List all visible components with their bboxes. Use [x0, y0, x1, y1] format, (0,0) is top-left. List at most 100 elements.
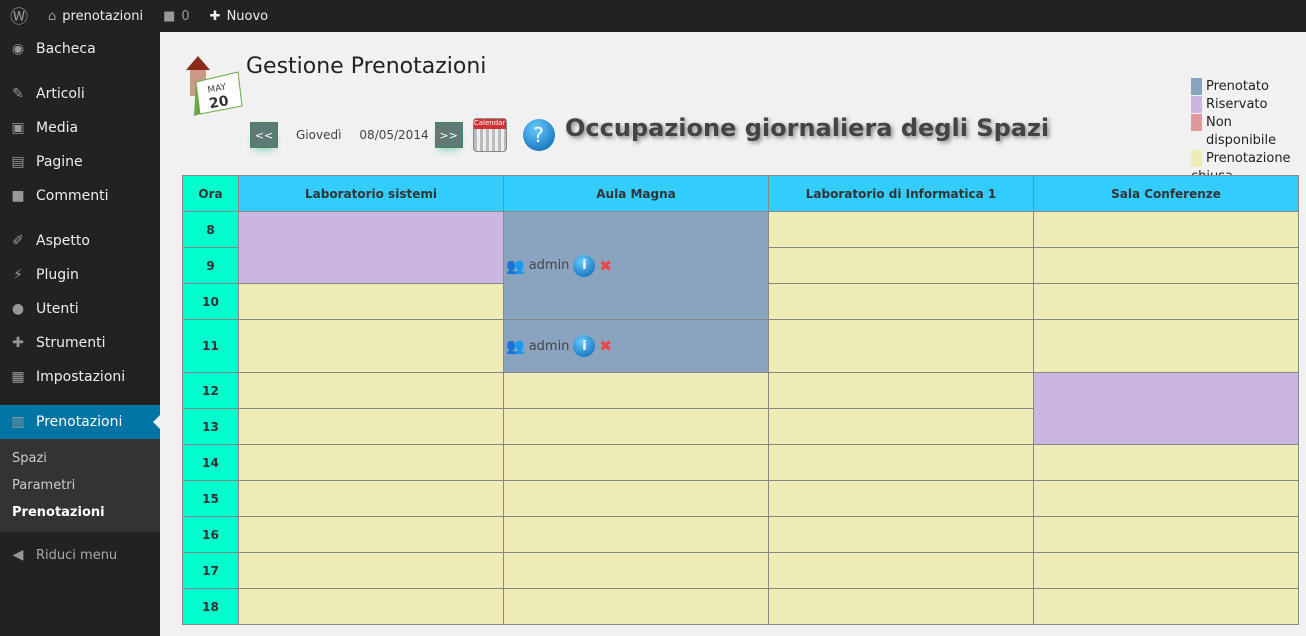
- slot-prenotato[interactable]: 👥 admin i ✖: [503, 319, 769, 373]
- home-icon: ⌂: [48, 8, 57, 24]
- slot-empty[interactable]: [238, 283, 504, 320]
- booking-entry: 👥 admin i ✖: [504, 335, 768, 357]
- slot-empty[interactable]: [503, 588, 769, 625]
- slot-empty[interactable]: [768, 319, 1034, 373]
- slot-empty[interactable]: [1033, 588, 1299, 625]
- slot-empty[interactable]: [768, 480, 1034, 517]
- sidebar-item-label: Prenotazioni: [36, 414, 123, 430]
- booking-icon: ▥: [11, 414, 25, 430]
- help-icon[interactable]: ?: [522, 119, 555, 151]
- slot-empty[interactable]: [503, 408, 769, 445]
- slot-empty[interactable]: [238, 444, 504, 481]
- legend-swatch: [1191, 114, 1202, 131]
- hour-cell: 11: [182, 319, 239, 373]
- submenu-item-spazi[interactable]: Spazi: [0, 445, 160, 472]
- hour-cell: 17: [182, 552, 239, 589]
- slot-empty[interactable]: [768, 516, 1034, 553]
- slot-empty[interactable]: [238, 588, 504, 625]
- slot-empty[interactable]: [238, 516, 504, 553]
- sidebar-item-articoli[interactable]: ✎ Articoli: [0, 77, 160, 111]
- site-name: prenotazioni: [62, 8, 144, 24]
- hour-cell: 13: [182, 408, 239, 445]
- sidebar-item-prenotazioni[interactable]: ▥ Prenotazioni: [0, 405, 160, 439]
- info-icon[interactable]: i: [573, 254, 596, 277]
- main-content: MAY 20 Gestione Prenotazioni << Giovedì 0…: [160, 32, 1306, 636]
- delete-icon[interactable]: ✖: [599, 257, 612, 275]
- info-icon[interactable]: i: [573, 335, 596, 357]
- next-day-button[interactable]: >>: [434, 122, 463, 148]
- hour-cell: 16: [182, 516, 239, 553]
- delete-icon[interactable]: ✖: [599, 337, 612, 355]
- slot-empty[interactable]: [503, 552, 769, 589]
- slot-empty[interactable]: [1033, 247, 1299, 284]
- slot-empty[interactable]: [768, 552, 1034, 589]
- day-name: Giovedì: [296, 128, 342, 142]
- slot-empty[interactable]: [503, 372, 769, 409]
- slot-riservato[interactable]: [238, 211, 504, 284]
- legend-swatch: [1191, 96, 1202, 113]
- slot-empty[interactable]: [768, 372, 1034, 409]
- column-header-ora: Ora: [182, 175, 239, 212]
- slot-empty[interactable]: [503, 444, 769, 481]
- sidebar-item-impostazioni[interactable]: ▦ Impostazioni: [0, 360, 160, 394]
- slot-empty[interactable]: [1033, 211, 1299, 248]
- sidebar-item-commenti[interactable]: ■ Commenti: [0, 179, 160, 213]
- slot-empty[interactable]: [503, 480, 769, 517]
- table-row: 16: [182, 516, 1299, 553]
- comment-icon: ■: [11, 188, 25, 204]
- sidebar-item-label: Articoli: [36, 86, 85, 102]
- column-header-space: Laboratorio di Informatica 1: [768, 175, 1034, 212]
- legend: Prenotato Riservato Non disponibile Prenota…: [1191, 78, 1306, 186]
- slot-empty[interactable]: [238, 480, 504, 517]
- slot-empty[interactable]: [768, 247, 1034, 284]
- sidebar-item-plugin[interactable]: ⚡ Plugin: [0, 258, 160, 292]
- slot-empty[interactable]: [238, 319, 504, 373]
- new-link[interactable]: ✚ Nuovo: [200, 0, 278, 32]
- sidebar-item-media[interactable]: ▣ Media: [0, 111, 160, 145]
- legend-item: Prenotato: [1191, 78, 1306, 96]
- legend-item: Non disponibile: [1191, 114, 1306, 150]
- dashboard-icon: ◉: [11, 41, 25, 57]
- slot-riservato[interactable]: [1033, 372, 1299, 445]
- sidebar-item-aspetto[interactable]: ✐ Aspetto: [0, 224, 160, 258]
- slot-empty[interactable]: [1033, 444, 1299, 481]
- legend-label: Non disponibile: [1205, 115, 1277, 148]
- slot-empty[interactable]: [1033, 480, 1299, 517]
- slot-empty[interactable]: [238, 552, 504, 589]
- slot-empty[interactable]: [768, 444, 1034, 481]
- slot-empty[interactable]: [1033, 319, 1299, 373]
- users-icon: 👥: [506, 337, 525, 355]
- column-header-space: Aula Magna: [503, 175, 769, 212]
- collapse-menu-button[interactable]: ◀ Riduci menu: [0, 538, 160, 572]
- sidebar-item-bacheca[interactable]: ◉ Bacheca: [0, 32, 160, 66]
- submenu-item-parametri[interactable]: Parametri: [0, 472, 160, 499]
- calendar-icon[interactable]: Calendar: [472, 118, 507, 152]
- slot-empty[interactable]: [1033, 552, 1299, 589]
- sidebar-item-strumenti[interactable]: ✚ Strumenti: [0, 326, 160, 360]
- site-link[interactable]: ⌂ prenotazioni: [38, 0, 153, 32]
- hour-cell: 8: [182, 211, 239, 248]
- current-date: 08/05/2014: [359, 128, 429, 142]
- sidebar-item-label: Plugin: [36, 267, 79, 283]
- table-row: 8 👥 admin i ✖: [182, 211, 1299, 320]
- slot-empty[interactable]: [768, 283, 1034, 320]
- previous-day-button[interactable]: <<: [250, 122, 278, 148]
- slot-empty[interactable]: [238, 408, 504, 445]
- sidebar-item-pagine[interactable]: ▤ Pagine: [0, 145, 160, 179]
- table-row: 17: [182, 552, 1299, 589]
- slot-empty[interactable]: [503, 516, 769, 553]
- slot-empty[interactable]: [1033, 516, 1299, 553]
- slot-empty[interactable]: [768, 211, 1034, 248]
- slot-empty[interactable]: [238, 372, 504, 409]
- slot-prenotato[interactable]: 👥 admin i ✖: [503, 211, 769, 320]
- slot-empty[interactable]: [768, 588, 1034, 625]
- submenu-item-prenotazioni[interactable]: Prenotazioni: [0, 499, 160, 526]
- page-title: Gestione Prenotazioni: [246, 54, 487, 79]
- slot-empty[interactable]: [1033, 283, 1299, 320]
- pages-icon: ▤: [11, 154, 25, 170]
- wordpress-logo-icon[interactable]: Ⓦ: [0, 0, 38, 32]
- comments-link[interactable]: ■ 0: [153, 0, 200, 32]
- slot-empty[interactable]: [768, 408, 1034, 445]
- sidebar-item-utenti[interactable]: ● Utenti: [0, 292, 160, 326]
- calendar-house-logo-icon: MAY 20: [182, 52, 244, 118]
